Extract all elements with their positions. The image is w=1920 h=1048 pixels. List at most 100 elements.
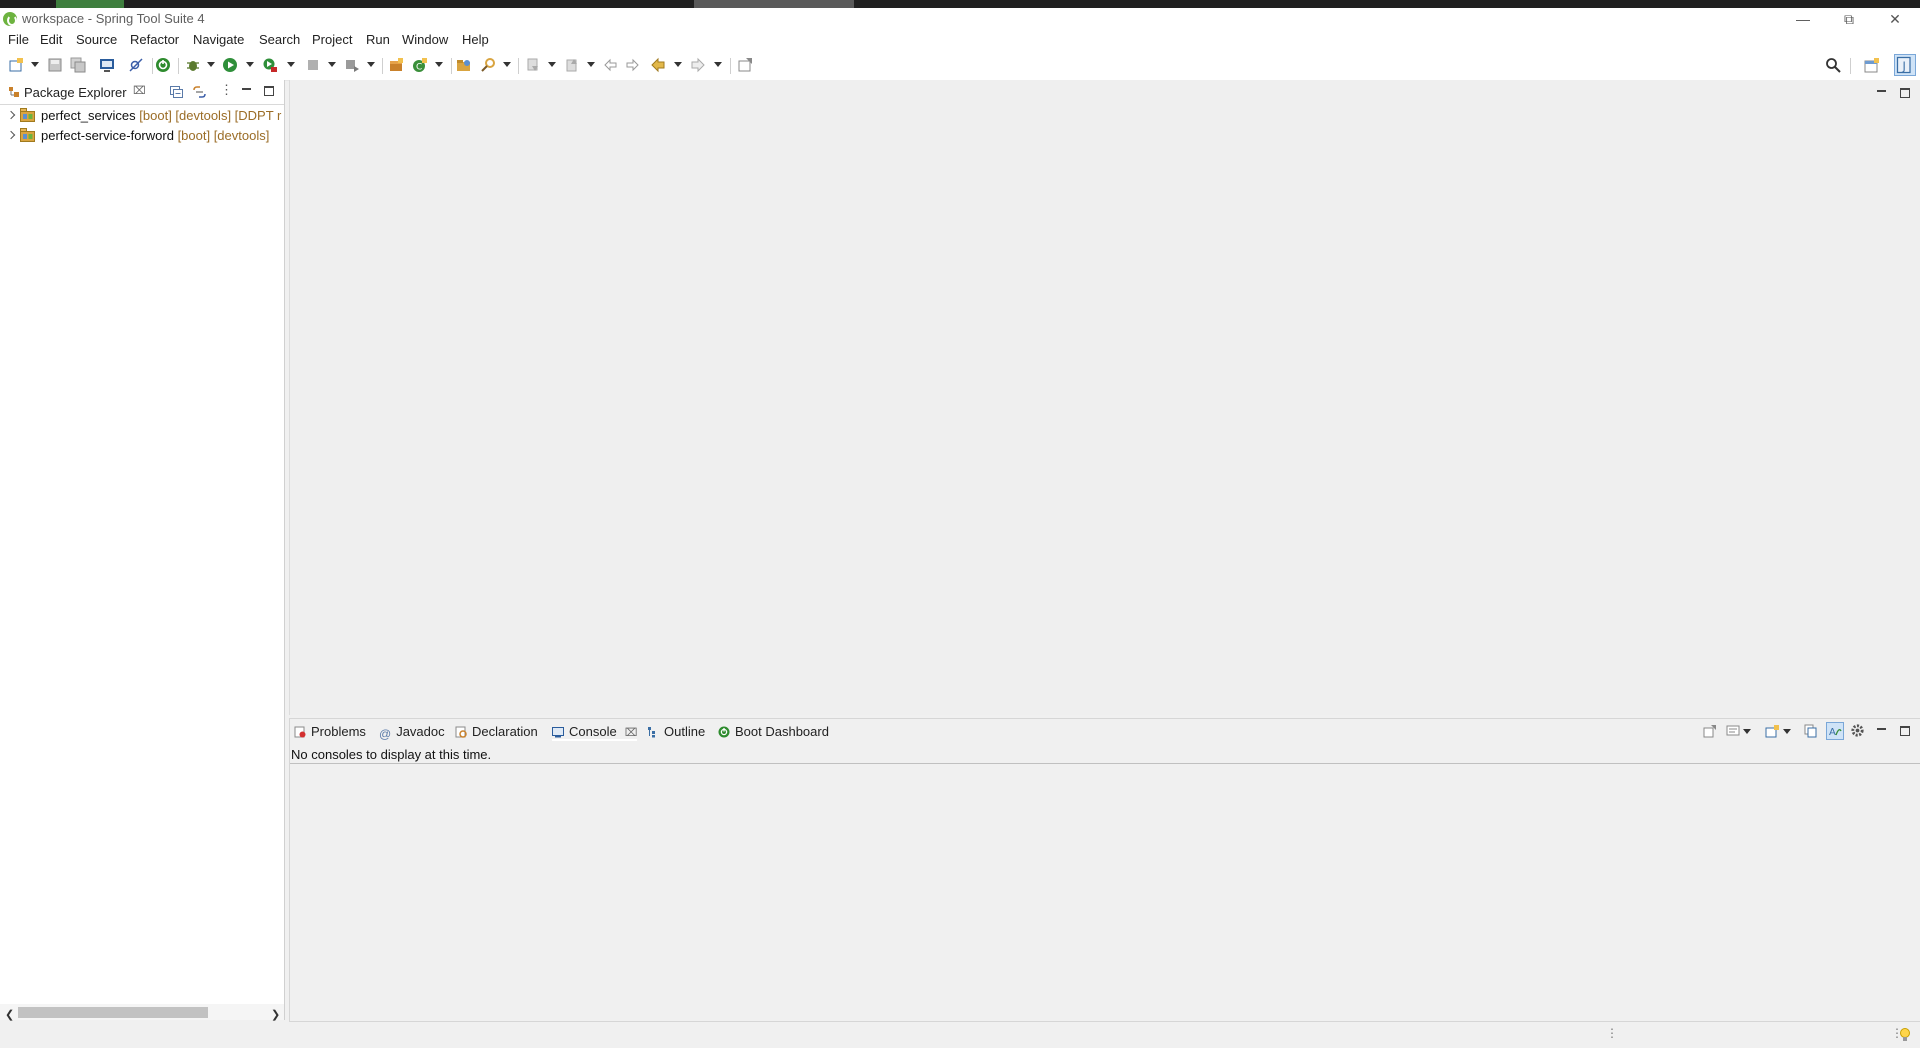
minimize-panel-icon[interactable]: [1877, 728, 1886, 730]
menu-edit[interactable]: Edit: [40, 32, 62, 47]
menu-run[interactable]: Run: [366, 32, 390, 47]
save-icon[interactable]: [47, 57, 63, 73]
tab-console[interactable]: Console ⌧: [552, 724, 638, 741]
minimize-window-button[interactable]: —: [1780, 8, 1826, 30]
package-explorer-view: Package Explorer ⌧ ⋮ perfect_services [b…: [0, 80, 285, 1021]
console-divider: [290, 763, 1920, 764]
new-dropdown-icon[interactable]: [31, 62, 39, 67]
debug-icon[interactable]: [185, 57, 201, 73]
menu-file[interactable]: File: [8, 32, 29, 47]
previous-annotation-dropdown-icon[interactable]: [587, 62, 595, 67]
edit-location-icon[interactable]: [625, 57, 641, 73]
taskbar-strip: [0, 0, 1920, 8]
horizontal-scrollbar[interactable]: ❮ ❯: [0, 1004, 284, 1021]
skip-breakpoints-icon[interactable]: [128, 57, 144, 73]
console-icon: [552, 727, 564, 738]
maximize-editor-icon[interactable]: [1900, 88, 1910, 98]
back-dropdown-icon[interactable]: [674, 62, 682, 67]
next-annotation-icon[interactable]: [525, 57, 541, 73]
new-java-class-dropdown-icon[interactable]: [435, 62, 443, 67]
toolbar-separator: [152, 58, 153, 74]
lightbulb-icon[interactable]: [1899, 1027, 1911, 1043]
coverage-dropdown-icon[interactable]: [287, 62, 295, 67]
run-icon[interactable]: [222, 57, 238, 73]
scroll-right-icon[interactable]: ❯: [271, 1008, 280, 1021]
new-icon[interactable]: [8, 57, 24, 73]
next-annotation-dropdown-icon[interactable]: [548, 62, 556, 67]
previous-annotation-icon[interactable]: [564, 57, 580, 73]
package-explorer-tabbar: Package Explorer ⌧ ⋮: [0, 80, 284, 105]
view-menu-icon[interactable]: ⋮: [220, 83, 233, 97]
search-tool-dropdown-icon[interactable]: [503, 62, 511, 67]
open-console-dropdown-icon[interactable]: [1783, 729, 1791, 734]
window-title: workspace - Spring Tool Suite 4: [22, 11, 205, 26]
terminal-icon[interactable]: [99, 57, 115, 73]
console-settings-gear-icon[interactable]: [1850, 723, 1865, 738]
new-java-class-icon[interactable]: C: [412, 57, 428, 73]
package-explorer-title[interactable]: Package Explorer: [24, 85, 127, 100]
tab-boot-dashboard[interactable]: Boot Dashboard: [718, 724, 829, 739]
forward-dropdown-icon[interactable]: [714, 62, 722, 67]
last-edit-location-icon[interactable]: [602, 57, 618, 73]
save-all-icon[interactable]: [70, 57, 86, 73]
display-console-dropdown-icon[interactable]: [1743, 729, 1751, 734]
restore-window-button[interactable]: ⧉: [1826, 8, 1872, 30]
problems-icon: [294, 726, 306, 738]
pin-editor-icon[interactable]: [737, 57, 753, 73]
tab-problems[interactable]: Problems: [294, 724, 366, 739]
tab-javadoc[interactable]: @ Javadoc: [379, 724, 445, 741]
debug-dropdown-icon[interactable]: [207, 62, 215, 67]
search-tool-icon[interactable]: [480, 57, 496, 73]
forward-icon[interactable]: [690, 57, 706, 73]
scrollbar-thumb[interactable]: [18, 1007, 208, 1018]
tab-declaration[interactable]: Declaration: [455, 724, 538, 739]
expand-arrow-icon[interactable]: [6, 110, 16, 120]
menu-window[interactable]: Window: [402, 32, 448, 47]
stop-dropdown-icon[interactable]: [328, 62, 336, 67]
tab-outline[interactable]: Outline: [647, 724, 705, 739]
close-window-button[interactable]: ✕: [1872, 8, 1918, 30]
external-tools-dropdown-icon[interactable]: [367, 62, 375, 67]
minimize-view-icon[interactable]: [242, 88, 251, 90]
show-console-output-icon[interactable]: A: [1826, 722, 1844, 740]
display-console-icon[interactable]: [1726, 724, 1740, 738]
open-console-icon[interactable]: [1765, 724, 1780, 738]
scroll-left-icon[interactable]: ❮: [5, 1008, 14, 1021]
toolbar-separator: [382, 58, 383, 74]
open-perspective-icon[interactable]: [1864, 57, 1880, 73]
minimize-editor-icon[interactable]: [1877, 90, 1886, 92]
close-console-icon[interactable]: ⌧: [625, 727, 638, 739]
maximize-panel-icon[interactable]: [1900, 726, 1910, 736]
stop-icon[interactable]: [305, 57, 321, 73]
menu-search[interactable]: Search: [259, 32, 300, 47]
menu-help[interactable]: Help: [462, 32, 489, 47]
close-view-icon[interactable]: ⌧: [133, 84, 146, 97]
expand-arrow-icon[interactable]: [6, 130, 16, 140]
status-separator-icon: ⋮: [1606, 1026, 1618, 1040]
menu-source[interactable]: Source: [76, 32, 117, 47]
bottom-panel-tabbar: Problems @ Javadoc Declaration Console ⌧ O…: [290, 719, 1920, 743]
run-dropdown-icon[interactable]: [246, 62, 254, 67]
pin-console-icon[interactable]: [1703, 724, 1717, 738]
open-type-icon[interactable]: [456, 57, 472, 73]
new-java-package-icon[interactable]: [388, 57, 404, 73]
javadoc-icon: @: [379, 727, 392, 741]
boot-project-icon: [20, 108, 35, 122]
spring-boot-icon[interactable]: [155, 57, 171, 73]
back-icon[interactable]: [650, 57, 666, 73]
menu-refactor[interactable]: Refactor: [130, 32, 179, 47]
global-search-icon[interactable]: [1825, 57, 1841, 73]
coverage-icon[interactable]: [262, 57, 278, 73]
project-tree-item[interactable]: perfect_services [boot] [devtools] [DDPT…: [0, 105, 284, 125]
project-tree-item[interactable]: perfect-service-forword [boot] [devtools…: [0, 125, 284, 145]
spring-app-icon: [3, 12, 17, 26]
menu-navigate[interactable]: Navigate: [193, 32, 244, 47]
link-with-editor-icon[interactable]: [192, 85, 207, 99]
menu-project[interactable]: Project: [312, 32, 352, 47]
project-decorations: [boot] [devtools]: [177, 128, 270, 143]
java-perspective-icon[interactable]: J: [1894, 54, 1916, 76]
external-tools-icon[interactable]: [344, 57, 360, 73]
collapse-all-icon[interactable]: [170, 86, 183, 98]
maximize-view-icon[interactable]: [264, 86, 274, 96]
copy-console-icon[interactable]: [1804, 724, 1818, 738]
